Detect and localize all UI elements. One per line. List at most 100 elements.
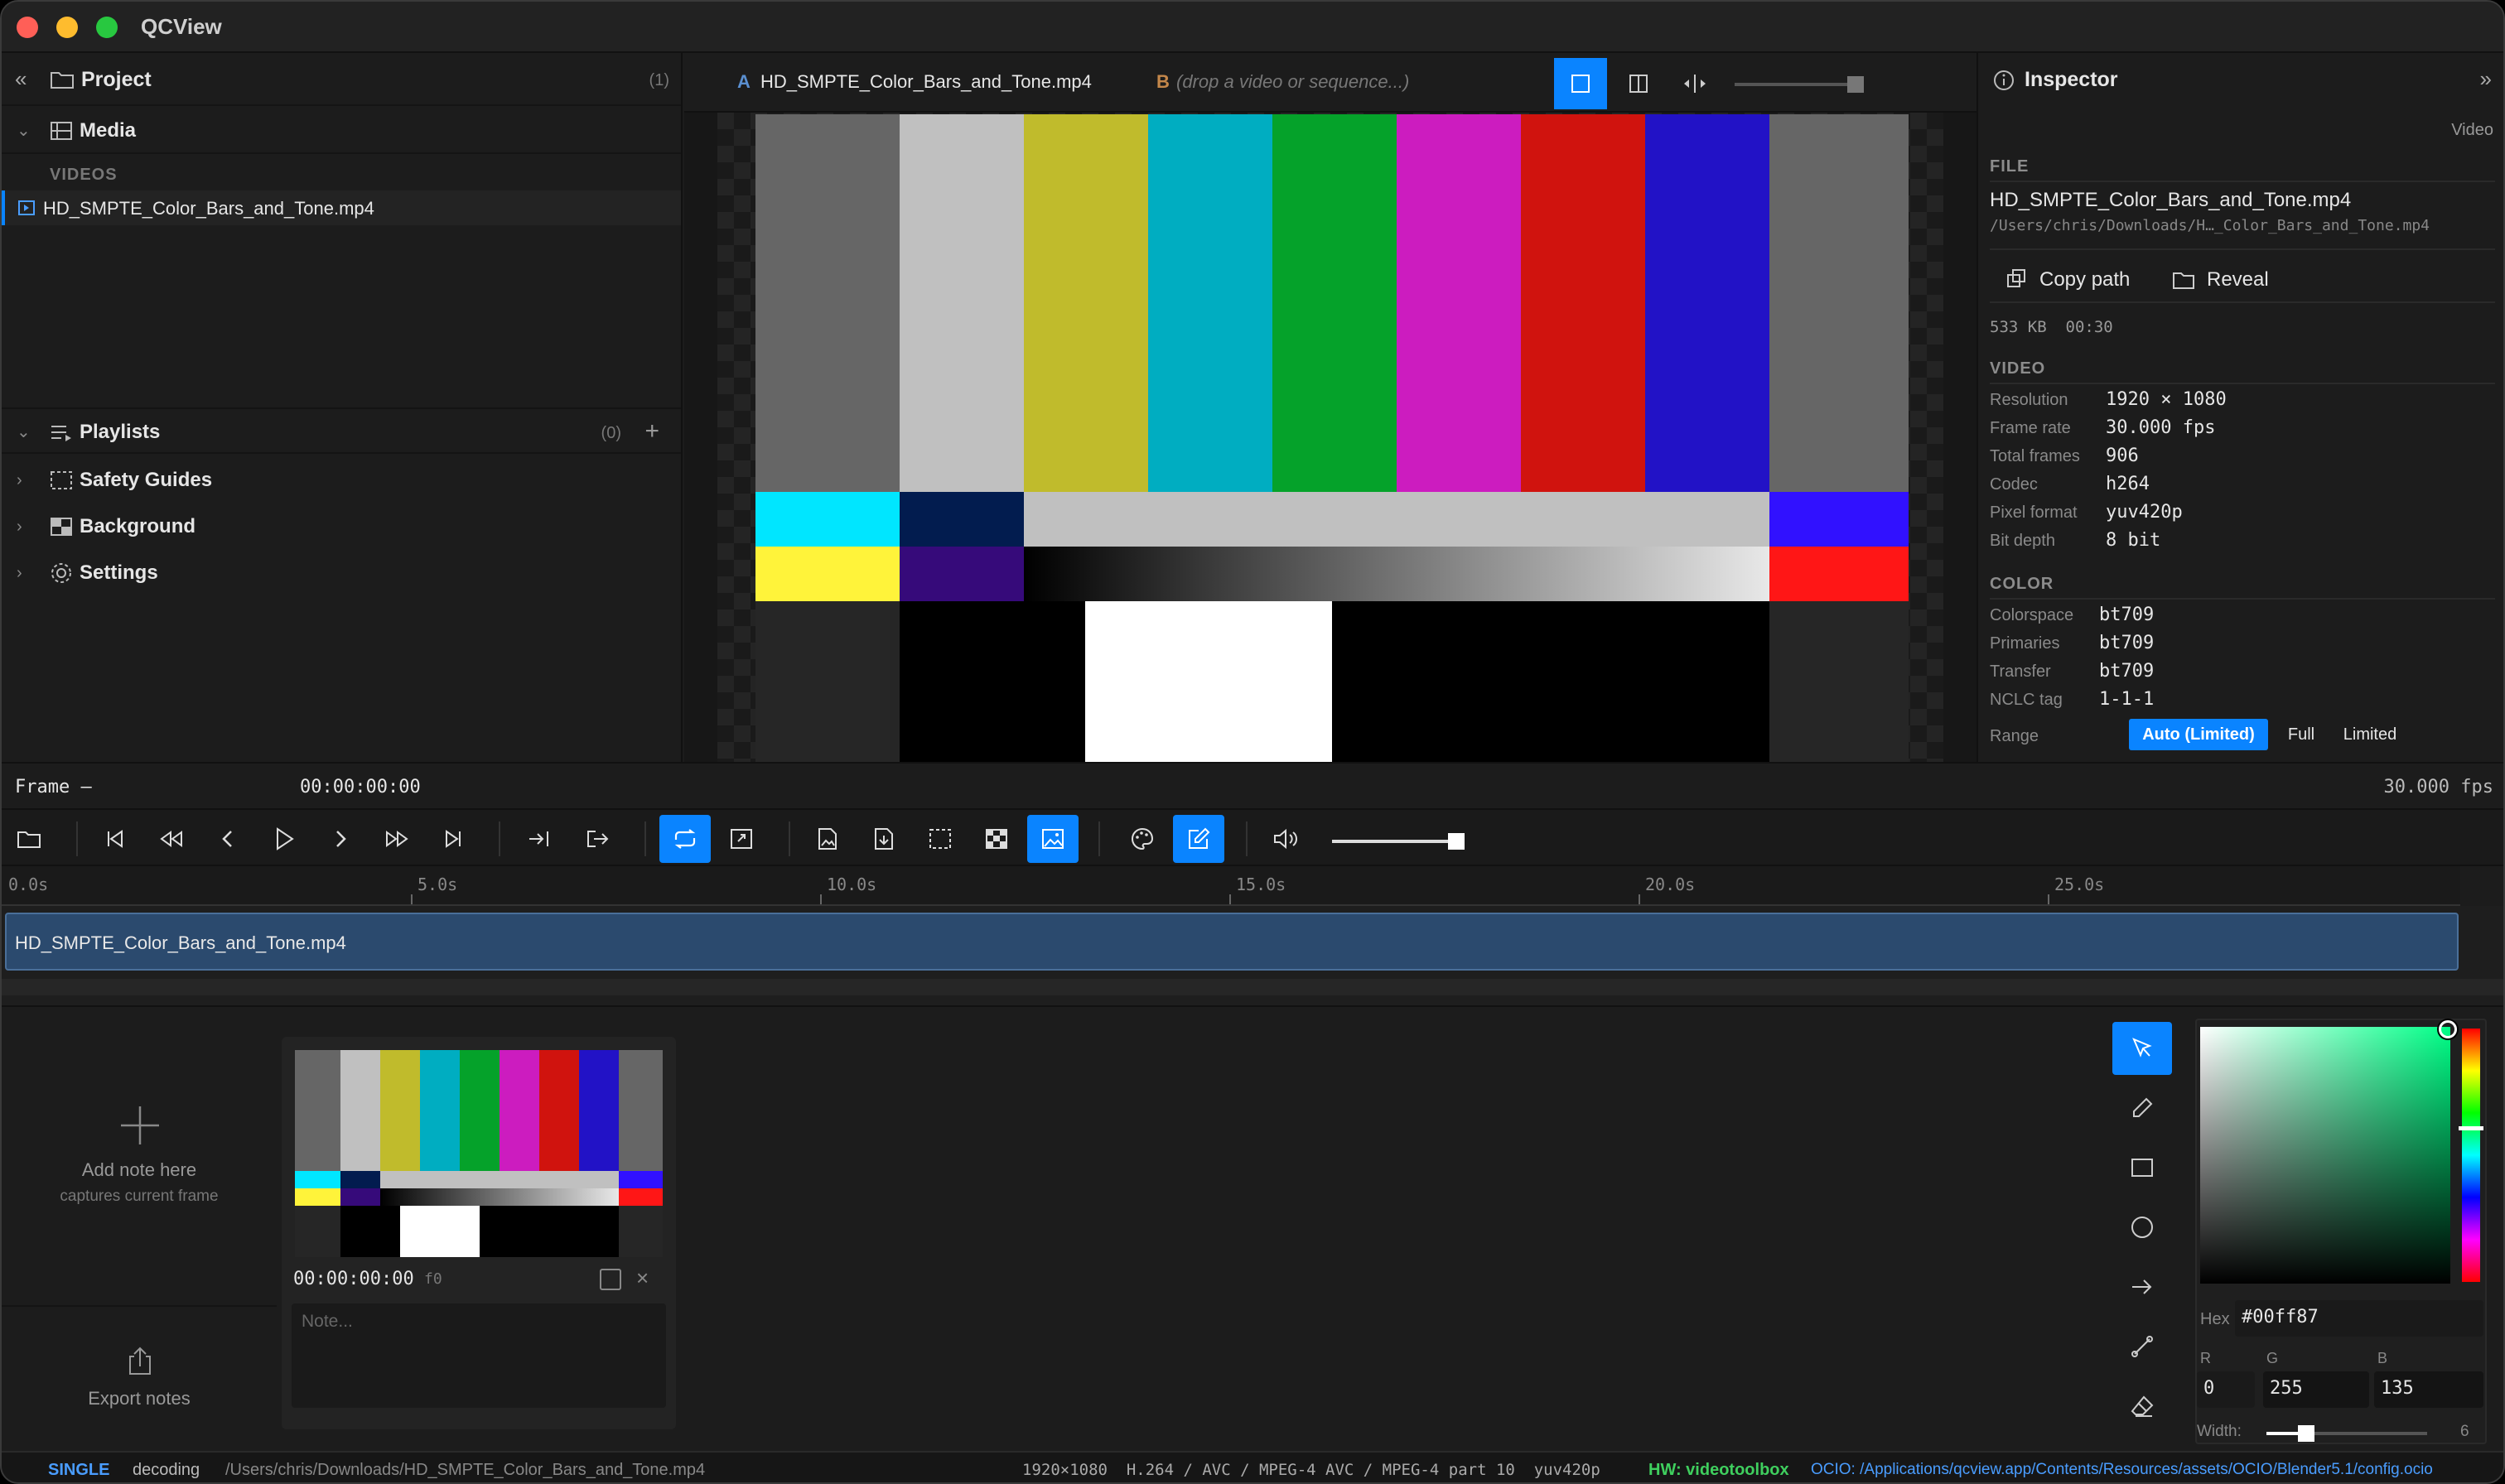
set-out-button[interactable]: [572, 815, 623, 863]
note-input[interactable]: Note...: [292, 1303, 666, 1408]
line-icon: [2131, 1336, 2153, 1357]
add-playlist-button[interactable]: +: [644, 417, 659, 446]
go-to-start-button[interactable]: [89, 815, 141, 863]
split-view-button[interactable]: [1612, 58, 1665, 109]
wipe-slider-thumb[interactable]: [1847, 76, 1864, 93]
export-notes-button[interactable]: Export notes: [2, 1305, 277, 1453]
collapse-left-icon[interactable]: «: [15, 66, 27, 92]
playlists-section-header[interactable]: ⌄ Playlists (0) +: [2, 407, 681, 454]
transport-toolbar: [2, 808, 2503, 866]
hue-slider[interactable]: [2462, 1029, 2480, 1282]
slot-b-placeholder[interactable]: (drop a video or sequence...): [1176, 71, 1409, 93]
settings-section[interactable]: › Settings: [2, 550, 681, 596]
collapse-right-icon[interactable]: »: [2480, 66, 2492, 92]
b-input[interactable]: 135: [2374, 1371, 2483, 1408]
fast-forward-button[interactable]: [371, 815, 422, 863]
inspector-tab-video[interactable]: Video: [2451, 121, 2493, 140]
media-item-name: HD_SMPTE_Color_Bars_and_Tone.mp4: [43, 198, 374, 219]
rect-tool-button[interactable]: [2112, 1141, 2172, 1194]
safety-guides-title: Safety Guides: [80, 469, 213, 491]
timeline-clip[interactable]: HD_SMPTE_Color_Bars_and_Tone.mp4: [5, 913, 2459, 971]
step-forward-button[interactable]: [315, 815, 366, 863]
volume-slider-thumb[interactable]: [1448, 833, 1465, 850]
media-item[interactable]: HD_SMPTE_Color_Bars_and_Tone.mp4: [2, 190, 681, 225]
checker-toggle-button[interactable]: [971, 815, 1022, 863]
background-section[interactable]: › Background: [2, 504, 681, 550]
safety-guides-section[interactable]: › Safety Guides: [2, 457, 681, 504]
copy-path-label: Copy path: [2039, 268, 2131, 291]
playlists-title: Playlists: [80, 421, 161, 443]
play-button[interactable]: [258, 815, 310, 863]
step-back-button[interactable]: [202, 815, 253, 863]
prop-value: bt709: [2099, 661, 2155, 682]
open-button[interactable]: [3, 815, 55, 863]
mode-badge: SINGLE: [48, 1461, 110, 1479]
chevron-right-icon: ›: [17, 518, 22, 536]
wipe-slider-track[interactable]: [1735, 83, 1859, 86]
note-checkbox[interactable]: [600, 1269, 621, 1290]
image-file-icon: [818, 828, 837, 850]
ellipse-tool-button[interactable]: [2112, 1201, 2172, 1254]
color-palette-button[interactable]: [1117, 815, 1168, 863]
pen-tool-button[interactable]: [2112, 1082, 2172, 1135]
save-file-button[interactable]: [858, 815, 910, 863]
timeline-ruler[interactable]: 0.0s 5.0s 10.0s 15.0s 20.0s 25.0s: [2, 866, 2460, 906]
note-timecode: 00:00:00:00: [293, 1269, 414, 1289]
project-panel: « Project (1) ⌄ Media VIDEOS HD_SMPTE_Co…: [2, 53, 683, 762]
image-icon: [1042, 829, 1064, 849]
single-view-icon: [1571, 75, 1590, 93]
r-input[interactable]: 0: [2197, 1371, 2255, 1408]
ruler-tick: 0.0s: [8, 874, 49, 894]
range-auto-button[interactable]: Auto (Limited): [2129, 719, 2268, 750]
color-section-label: COLOR: [1990, 575, 2054, 593]
frame-bar: Frame – 00:00:00:00 30.000 fps: [2, 762, 2503, 808]
single-view-button[interactable]: [1554, 58, 1607, 109]
close-window-button[interactable]: [17, 17, 38, 38]
hue-slider-thumb[interactable]: [2459, 1126, 2483, 1130]
safety-guides-icon: [51, 471, 72, 489]
note-card[interactable]: 00:00:00:00 f0 × Note...: [282, 1037, 676, 1429]
loop-button[interactable]: [659, 815, 711, 863]
select-tool-button[interactable]: [2112, 1022, 2172, 1075]
add-note-button[interactable]: Add note here captures current frame: [2, 1007, 277, 1305]
video-frame[interactable]: [755, 114, 1909, 762]
saturation-value-area[interactable]: [2200, 1027, 2450, 1284]
slot-a-name[interactable]: HD_SMPTE_Color_Bars_and_Tone.mp4: [760, 71, 1092, 93]
zoom-window-button[interactable]: [96, 17, 118, 38]
close-icon[interactable]: ×: [636, 1265, 649, 1291]
volume-slider-track[interactable]: [1332, 840, 1456, 843]
image-view-button[interactable]: [1027, 815, 1079, 863]
note-thumbnail[interactable]: [295, 1050, 663, 1257]
safe-area-button[interactable]: [915, 815, 966, 863]
width-slider-thumb[interactable]: [2298, 1425, 2314, 1442]
color-cursor[interactable]: [2439, 1020, 2457, 1038]
hex-input[interactable]: #00ff87: [2235, 1300, 2483, 1337]
annotate-button[interactable]: [1173, 815, 1224, 863]
range-full-button[interactable]: Full: [2278, 719, 2324, 750]
export-frame-button[interactable]: [802, 815, 853, 863]
eraser-tool-button[interactable]: [2112, 1380, 2172, 1433]
decode-state: decoding: [133, 1461, 200, 1479]
arrow-right-icon: [2132, 1279, 2152, 1294]
minimize-window-button[interactable]: [56, 17, 78, 38]
fit-button[interactable]: [716, 815, 767, 863]
set-in-button[interactable]: [514, 815, 565, 863]
line-tool-button[interactable]: [2112, 1320, 2172, 1373]
media-section-header[interactable]: ⌄ Media: [2, 108, 681, 154]
video-file-icon: [18, 200, 35, 215]
timeline-track: HD_SMPTE_Color_Bars_and_Tone.mp4: [2, 906, 2503, 1005]
wipe-view-icon: [1684, 75, 1706, 93]
prop-value: yuv420p: [2106, 502, 2183, 523]
chevron-right-icon: [336, 831, 346, 847]
g-input[interactable]: 255: [2263, 1371, 2369, 1408]
color-picker: Hex #00ff87 R G B 0 255 135 Width: 6: [2195, 1019, 2487, 1444]
volume-button[interactable]: [1261, 815, 1312, 863]
timeline-scrollbar[interactable]: [2, 979, 2503, 995]
wipe-view-button[interactable]: [1668, 58, 1721, 109]
playlists-count: (0): [601, 424, 621, 442]
rewind-button[interactable]: [146, 815, 197, 863]
arrow-tool-button[interactable]: [2112, 1260, 2172, 1313]
range-limited-button[interactable]: Limited: [2333, 719, 2407, 750]
prop-value: bt709: [2099, 633, 2155, 653]
go-to-end-button[interactable]: [427, 815, 479, 863]
